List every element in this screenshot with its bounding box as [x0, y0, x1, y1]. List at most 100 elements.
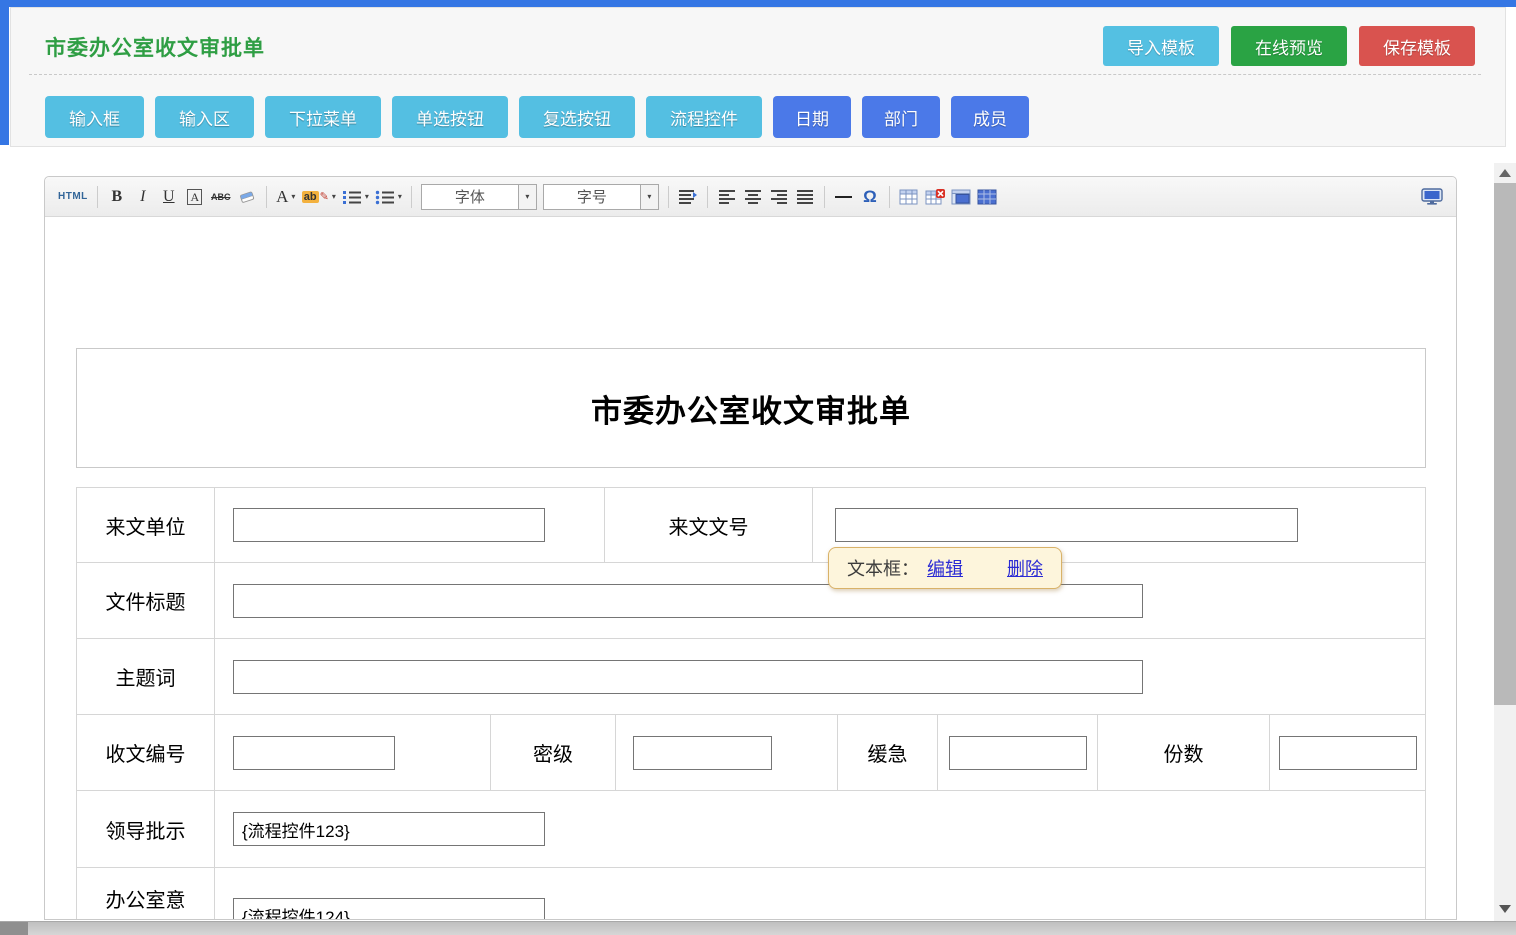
- subject-words-input[interactable]: [233, 660, 1143, 694]
- html-source-button[interactable]: HTML: [55, 184, 91, 210]
- bold-button[interactable]: B: [104, 184, 130, 210]
- align-center-button[interactable]: [740, 184, 766, 210]
- input-cell: [1270, 715, 1425, 790]
- widget-department-button[interactable]: 部门: [862, 96, 940, 138]
- document-number-label: 来文文号: [669, 511, 749, 540]
- toolbar-separator: [97, 186, 98, 208]
- widget-date-button[interactable]: 日期: [773, 96, 851, 138]
- font-color-icon: A: [276, 187, 288, 207]
- table-row: 办公室意: [77, 868, 1425, 919]
- widget-textarea-button[interactable]: 输入区: [155, 96, 254, 138]
- highlight-color-button[interactable]: ab✎▾: [299, 184, 339, 210]
- chevron-down-icon: ▾: [291, 192, 295, 201]
- cell-properties-button[interactable]: [948, 184, 974, 210]
- office-opinion-input[interactable]: [233, 898, 545, 919]
- input-cell: [215, 488, 605, 562]
- toolbar-separator: [824, 186, 825, 208]
- remove-format-button[interactable]: [234, 184, 260, 210]
- label-cell: 主题词: [77, 639, 215, 714]
- font-size-select[interactable]: 字号 ▾: [543, 184, 659, 210]
- toolbar-separator: [668, 186, 669, 208]
- eraser-icon: [238, 190, 256, 204]
- font-color-button[interactable]: A▾: [273, 184, 299, 210]
- document-canvas[interactable]: 市委办公室收文审批单 来文单位 来文文号 文件标题 主题词: [45, 217, 1456, 919]
- font-family-select[interactable]: 字体 ▾: [421, 184, 537, 210]
- highlight-icon: ab: [302, 191, 319, 203]
- align-left-button[interactable]: [714, 184, 740, 210]
- label-cell: 领导批示: [77, 791, 215, 867]
- save-template-button[interactable]: 保存模板: [1359, 26, 1475, 66]
- table-icon: [899, 189, 918, 205]
- security-level-input[interactable]: [633, 736, 772, 770]
- table-properties-button[interactable]: [974, 184, 1000, 210]
- ordered-list-button[interactable]: ▾: [339, 184, 372, 210]
- label-cell: 收文编号: [77, 715, 215, 790]
- ordered-list-icon: [342, 189, 362, 205]
- scroll-down-arrow-icon[interactable]: [1499, 905, 1511, 913]
- horizontal-rule-icon: [835, 196, 852, 198]
- widget-member-button[interactable]: 成员: [951, 96, 1029, 138]
- table-delete-icon: [925, 189, 945, 205]
- toolbar-separator: [707, 186, 708, 208]
- indent-button[interactable]: [675, 184, 701, 210]
- bottom-left-corner-block: [0, 922, 28, 935]
- align-right-icon: [770, 189, 788, 204]
- horizontal-rule-button[interactable]: [831, 184, 857, 210]
- leader-instructions-input[interactable]: [233, 812, 545, 846]
- fullscreen-monitor-icon: [1421, 188, 1443, 205]
- widget-dropdown-button[interactable]: 下拉菜单: [265, 96, 381, 138]
- toolbar-separator: [266, 186, 267, 208]
- widget-input-field-button[interactable]: 输入框: [45, 96, 144, 138]
- receive-number-input[interactable]: [233, 736, 395, 770]
- underline-icon: U: [163, 188, 175, 206]
- vertical-scrollbar[interactable]: [1494, 163, 1516, 921]
- chevron-down-icon: ▾: [398, 192, 402, 201]
- security-level-label: 密级: [533, 738, 573, 767]
- italic-button[interactable]: I: [130, 184, 156, 210]
- unordered-list-icon: [375, 189, 395, 205]
- special-char-button[interactable]: Ω: [857, 184, 883, 210]
- document-number-input[interactable]: [835, 508, 1298, 542]
- insert-table-button[interactable]: [896, 184, 922, 210]
- import-template-button[interactable]: 导入模板: [1103, 26, 1219, 66]
- tooltip-delete-link[interactable]: 删除: [1007, 555, 1043, 581]
- font-family-value: 字体: [422, 185, 518, 209]
- label-cell: 来文单位: [77, 488, 215, 562]
- subject-words-label: 主题词: [116, 662, 176, 691]
- approval-form-table: 来文单位 来文文号 文件标题 主题词 收文编号: [76, 487, 1426, 919]
- unordered-list-button[interactable]: ▾: [372, 184, 405, 210]
- html-source-icon: HTML: [58, 191, 88, 202]
- scroll-up-arrow-icon[interactable]: [1499, 169, 1511, 177]
- text-border-button[interactable]: A: [182, 184, 208, 210]
- urgency-input[interactable]: [949, 736, 1087, 770]
- tooltip-edit-link[interactable]: 编辑: [927, 555, 963, 581]
- fullscreen-button[interactable]: [1418, 184, 1446, 210]
- italic-icon: I: [140, 188, 145, 206]
- header-panel: 市委办公室收文审批单 导入模板 在线预览 保存模板 输入框 输入区 下拉菜单 单…: [10, 7, 1506, 147]
- input-cell: [215, 791, 1425, 867]
- strikethrough-icon: ABC: [211, 192, 231, 202]
- label-cell: 份数: [1098, 715, 1270, 790]
- align-justify-button[interactable]: [792, 184, 818, 210]
- input-cell: [215, 715, 491, 790]
- underline-button[interactable]: U: [156, 184, 182, 210]
- document-heading-label: 文件标题: [106, 586, 186, 615]
- strikethrough-button[interactable]: ABC: [208, 184, 234, 210]
- table-row: 收文编号 密级 缓急 份数: [77, 715, 1425, 791]
- delete-table-button[interactable]: [922, 184, 948, 210]
- toolbar-separator: [411, 186, 412, 208]
- align-right-button[interactable]: [766, 184, 792, 210]
- widget-radio-button[interactable]: 单选按钮: [392, 96, 508, 138]
- widget-flow-control-button[interactable]: 流程控件: [646, 96, 762, 138]
- incoming-unit-input[interactable]: [233, 508, 545, 542]
- copies-input[interactable]: [1279, 736, 1417, 770]
- dashed-divider: [29, 74, 1481, 75]
- online-preview-button[interactable]: 在线预览: [1231, 26, 1347, 66]
- widget-checkbox-button[interactable]: 复选按钮: [519, 96, 635, 138]
- align-center-icon: [744, 189, 762, 204]
- input-cell: [938, 715, 1098, 790]
- left-nav-strip: [0, 7, 9, 145]
- input-cell: [215, 639, 1425, 714]
- chevron-down-icon: ▾: [332, 192, 336, 201]
- scrollbar-thumb[interactable]: [1494, 183, 1516, 705]
